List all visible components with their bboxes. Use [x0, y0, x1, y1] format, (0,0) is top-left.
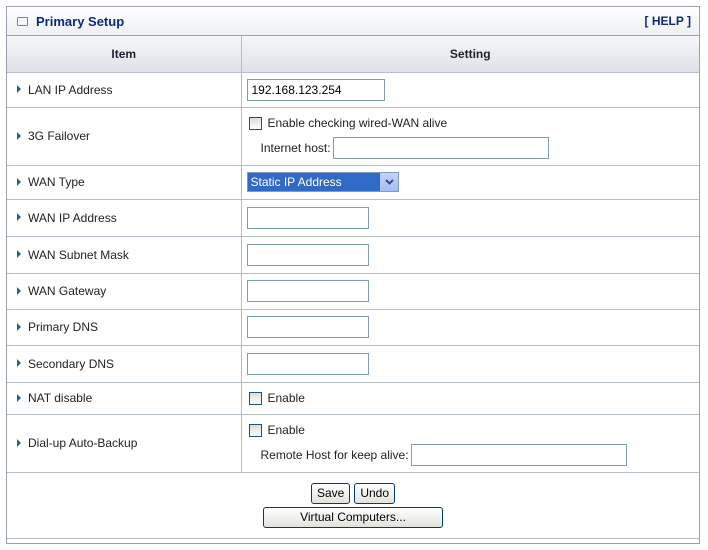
- lan-ip-label: LAN IP Address: [28, 82, 113, 97]
- triangle-right-icon: [17, 438, 21, 447]
- primary-dns-label: Primary DNS: [28, 320, 99, 334]
- triangle-right-icon: [17, 286, 21, 295]
- setting-header: Setting: [240, 36, 699, 73]
- wan-gateway-label: WAN Gateway: [28, 284, 107, 298]
- triangle-right-icon: [17, 322, 21, 331]
- internet-host-input[interactable]: [332, 137, 549, 159]
- triangle-right-icon: [17, 359, 21, 368]
- help-link[interactable]: [ HELP ]: [645, 14, 691, 28]
- nat-enable-checkbox[interactable]: [248, 391, 262, 405]
- table-row: Dial-up Auto-Backup Enable Remote Host f…: [7, 413, 699, 473]
- panel-titlebar: Primary Setup [ HELP ]: [7, 7, 699, 36]
- table-row: 3G Failover Enable checking wired-WAN al…: [7, 106, 699, 166]
- dialup-label: Dial-up Auto-Backup: [28, 436, 138, 450]
- table-row: WAN IP Address: [7, 198, 699, 237]
- secondary-dns-input[interactable]: [246, 352, 369, 375]
- wan-type-selected: Static IP Address: [247, 173, 380, 191]
- dialup-enable-label: Enable: [267, 423, 305, 437]
- dialup-enable-checkbox[interactable]: [248, 423, 262, 437]
- failover-label: 3G Failover: [28, 129, 91, 143]
- wan-type-label: WAN Type: [28, 175, 85, 189]
- button-row: Save Undo Virtual Computers...: [7, 471, 699, 539]
- save-button[interactable]: Save: [310, 482, 351, 504]
- primary-setup-panel: Primary Setup [ HELP ] Item Setting LAN …: [6, 6, 700, 544]
- failover-checkbox-label: Enable checking wired-WAN alive: [267, 116, 448, 130]
- undo-button[interactable]: Undo: [354, 482, 396, 504]
- triangle-right-icon: [17, 85, 21, 94]
- setup-table: Item Setting LAN IP Address 3G Failover …: [7, 36, 699, 539]
- table-header-row: Item Setting: [7, 36, 699, 73]
- triangle-right-icon: [17, 213, 21, 222]
- page-title: Primary Setup: [36, 13, 125, 29]
- secondary-dns-label: Secondary DNS: [28, 356, 115, 371]
- triangle-right-icon: [17, 250, 21, 259]
- failover-checkbox[interactable]: [248, 116, 262, 130]
- wan-ip-input[interactable]: [246, 206, 369, 229]
- nat-disable-label: NAT disable: [28, 391, 93, 405]
- triangle-right-icon: [17, 393, 21, 402]
- table-row: Primary DNS: [7, 308, 699, 346]
- lan-ip-input[interactable]: [246, 78, 385, 101]
- wan-type-select[interactable]: Static IP Address: [246, 172, 399, 192]
- remote-host-label: Remote Host for keep alive:: [260, 448, 409, 462]
- wan-mask-label: WAN Subnet Mask: [28, 247, 129, 262]
- wan-ip-label: WAN IP Address: [28, 210, 117, 225]
- item-header: Item: [7, 36, 242, 73]
- internet-host-label: Internet host:: [260, 141, 331, 155]
- table-row: WAN Type Static IP Address: [7, 164, 699, 200]
- wan-gateway-input[interactable]: [246, 280, 369, 302]
- nat-enable-label: Enable: [267, 391, 305, 405]
- table-row: LAN IP Address: [7, 71, 699, 108]
- table-row: NAT disable Enable: [7, 381, 699, 415]
- table-row: WAN Gateway: [7, 272, 699, 310]
- window-icon: [17, 16, 28, 26]
- table-row: Secondary DNS: [7, 344, 699, 383]
- triangle-right-icon: [17, 177, 21, 186]
- chevron-down-icon[interactable]: [379, 173, 398, 191]
- triangle-right-icon: [17, 131, 21, 140]
- wan-subnet-mask-input[interactable]: [246, 243, 369, 266]
- virtual-computers-button[interactable]: Virtual Computers...: [263, 506, 443, 528]
- table-row: WAN Subnet Mask: [7, 235, 699, 274]
- primary-dns-input[interactable]: [246, 316, 369, 338]
- remote-host-input[interactable]: [410, 444, 627, 466]
